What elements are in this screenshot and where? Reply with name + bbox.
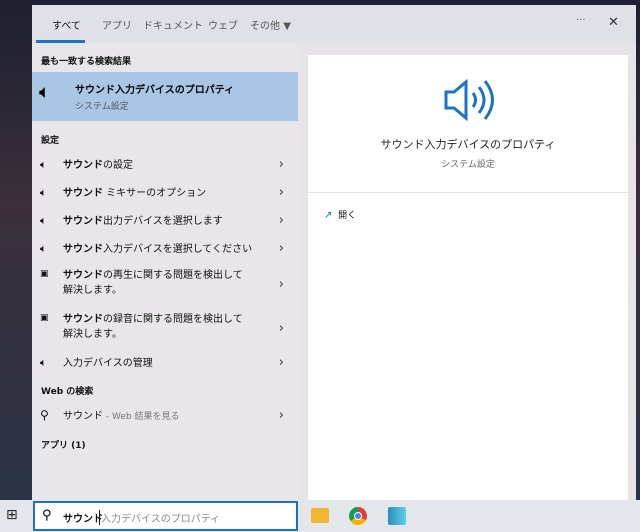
troubleshoot-playback-icon: ▣	[40, 269, 49, 279]
apps-header: アプリ (1)	[41, 441, 86, 451]
close-button[interactable]: ✕	[608, 15, 619, 30]
settings-item[interactable]: 🔈︎ サウンドの設定 ›	[32, 151, 298, 179]
file-explorer-icon[interactable]	[311, 508, 329, 523]
web-search-item[interactable]: ⚲ サウンド - Web 結果を見る ›	[32, 402, 298, 430]
item-bold: サウンド	[63, 270, 103, 281]
speaker-icon: 🔈︎	[40, 356, 47, 369]
best-match-title: サウンド入力デバイスのプロパティ	[75, 85, 235, 96]
settings-header: 設定	[41, 136, 60, 146]
speaker-icon	[444, 78, 494, 122]
settings-item[interactable]: 🔈︎ サウンド入力デバイスを選択してください ›	[32, 235, 298, 263]
open-icon: ↗	[324, 210, 333, 221]
chevron-right-icon: ›	[278, 408, 284, 423]
item-label: の再生に関する問題を検出して	[103, 270, 243, 281]
tab-apps[interactable]: アプリ	[102, 17, 132, 32]
speaker-icon: 🔈︎	[39, 81, 51, 103]
taskbar-search-input[interactable]: ⚲ サウンド 入力デバイスのプロパティ	[33, 501, 298, 531]
open-label: 開く	[338, 211, 357, 221]
chevron-right-icon: ›	[278, 157, 284, 172]
tab-all[interactable]: すべて	[52, 17, 81, 32]
chevron-down-icon: ▼	[283, 21, 291, 32]
app-icon[interactable]	[388, 507, 406, 525]
item-bold: サウンド	[63, 216, 103, 227]
preview-subtitle: システム設定	[441, 160, 495, 170]
search-typed-text: サウンド	[63, 514, 103, 525]
settings-item[interactable]: 🔈︎ サウンド出力デバイスを選択します ›	[32, 207, 298, 235]
chevron-right-icon: ›	[278, 321, 284, 336]
item-bold: サウンド	[63, 314, 103, 325]
settings-item[interactable]: 🔈︎ サウンド ミキサーのオプション ›	[32, 179, 298, 207]
results-list: 最も一致する検索結果 🔈︎ サウンド入力デバイスのプロパティ システム設定 設定…	[32, 43, 298, 500]
item-label: の録音に関する問題を検出して	[103, 314, 243, 325]
web-suffix: - Web 結果を見る	[103, 412, 180, 422]
tab-more[interactable]: その他 ▼	[250, 17, 291, 32]
windows-start-icon[interactable]: ⊞	[6, 507, 18, 523]
item-label: 出力デバイスを選択します	[103, 216, 223, 227]
item-bold: サウンド	[63, 244, 103, 255]
best-match-header: 最も一致する検索結果	[41, 57, 132, 67]
chrome-icon[interactable]	[349, 507, 367, 525]
item-label: の設定	[103, 160, 133, 171]
speaker-icon: 🔈︎	[40, 186, 47, 199]
tab-documents[interactable]: ドキュメント	[143, 17, 203, 32]
search-panel: すべて アプリ ドキュメント ウェブ その他 ▼ ··· ✕ 最も一致する検索結…	[32, 5, 636, 500]
item-label-line2: 解決します。	[63, 285, 122, 296]
item-bold: サウンド	[63, 188, 103, 199]
item-bold: サウンド	[63, 160, 103, 171]
web-search-header: Web の検索	[41, 387, 94, 397]
tab-web[interactable]: ウェブ	[208, 17, 238, 32]
speaker-icon: 🔈︎	[40, 214, 47, 227]
chevron-right-icon: ›	[278, 355, 284, 370]
open-action[interactable]: ↗ 開く	[324, 208, 356, 221]
search-icon: ⚲	[42, 508, 52, 523]
filter-tabs: すべて アプリ ドキュメント ウェブ その他 ▼ ··· ✕	[32, 5, 636, 43]
item-label: 入力デバイスの管理	[63, 358, 153, 369]
speaker-icon: 🔈︎	[40, 158, 47, 171]
item-label: ミキサーのオプション	[103, 188, 207, 199]
chevron-right-icon: ›	[278, 185, 284, 200]
tab-more-label: その他	[250, 21, 280, 32]
chevron-right-icon: ›	[278, 213, 284, 228]
settings-item[interactable]: ▣ サウンドの録音に関する問題を検出して解決します。 ›	[32, 309, 298, 353]
preview-title: サウンド入力デバイスのプロパティ	[380, 138, 556, 151]
speaker-icon: 🔈︎	[40, 242, 47, 255]
preview-pane: サウンド入力デバイスのプロパティ システム設定 ↗ 開く	[308, 55, 628, 500]
chevron-right-icon: ›	[278, 277, 284, 292]
more-options-button[interactable]: ···	[576, 15, 586, 26]
item-label: 入力デバイスを選択してください	[103, 244, 253, 255]
search-suggestion-text: 入力デバイスのプロパティ	[99, 510, 220, 525]
chevron-right-icon: ›	[278, 241, 284, 256]
best-match-subtitle: システム設定	[75, 102, 129, 112]
item-label-line2: 解決します。	[63, 329, 122, 340]
best-match-item[interactable]: 🔈︎ サウンド入力デバイスのプロパティ システム設定	[32, 72, 298, 121]
web-query: サウンド	[63, 411, 103, 422]
troubleshoot-recording-icon: ▣	[40, 313, 49, 323]
search-icon: ⚲	[40, 408, 49, 422]
settings-item[interactable]: ▣ サウンドの再生に関する問題を検出して解決します。 ›	[32, 265, 298, 309]
divider	[308, 192, 628, 193]
settings-item[interactable]: 🔈︎ 入力デバイスの管理 ›	[32, 349, 298, 377]
